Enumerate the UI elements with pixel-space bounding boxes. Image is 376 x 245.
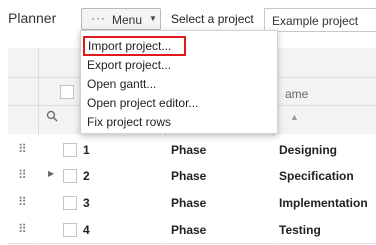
row-number: 3	[83, 196, 90, 210]
table-row[interactable]: ⠿ ▶ 2 Phase Specification	[8, 162, 376, 190]
menu-dropdown: Import project... Export project... Open…	[80, 30, 278, 134]
row-name: Implementation	[279, 196, 368, 210]
select-all-checkbox[interactable]	[60, 85, 74, 99]
row-checkbox[interactable]	[63, 143, 77, 157]
column-header-name[interactable]: ame	[285, 87, 308, 101]
row-number: 1	[83, 143, 90, 157]
project-label: Select a project	[171, 12, 254, 26]
row-checkbox[interactable]	[63, 196, 77, 210]
row-number: 4	[83, 223, 90, 237]
drag-handle-icon[interactable]: ⠿	[18, 222, 27, 236]
row-type: Phase	[171, 169, 207, 183]
drag-handle-icon[interactable]: ⠿	[18, 168, 27, 182]
search-icon[interactable]	[46, 110, 58, 125]
row-type: Phase	[171, 196, 207, 210]
table-row[interactable]: ⠿ 3 Phase Implementation	[8, 189, 376, 217]
row-checkbox[interactable]	[63, 169, 77, 183]
project-select-value: Example project	[272, 14, 359, 28]
menu-item-label: Import project...	[88, 39, 172, 53]
row-type: Phase	[171, 143, 207, 157]
menu-item-label: Open gantt...	[87, 77, 157, 91]
row-checkbox[interactable]	[63, 223, 77, 237]
table-row[interactable]: ⠿ 4 Phase Testing	[8, 216, 376, 244]
table-row[interactable]: ⠿ 1 Phase Designing	[8, 136, 376, 164]
menu-item-open-gantt[interactable]: Open gantt...	[81, 74, 277, 94]
menu-item-fix-project-rows[interactable]: Fix project rows	[81, 112, 277, 132]
menu-item-export-project[interactable]: Export project...	[81, 55, 277, 75]
menu-item-label: Export project...	[87, 58, 172, 72]
sort-ascending-icon[interactable]: ▲	[290, 112, 299, 122]
row-name: Designing	[279, 143, 338, 157]
menu-item-label: Open project editor...	[87, 96, 199, 110]
menu-button-label: Menu	[112, 13, 143, 27]
drag-handle-icon[interactable]: ⠿	[18, 195, 27, 209]
row-name: Testing	[279, 223, 321, 237]
row-name: Specification	[279, 169, 354, 183]
menu-item-import-project[interactable]: Import project...	[83, 36, 186, 56]
menu-item-open-project-editor[interactable]: Open project editor...	[81, 93, 277, 113]
project-select[interactable]: Example project	[264, 8, 376, 32]
menu-item-label: Fix project rows	[87, 115, 172, 129]
drag-handle-icon[interactable]: ⠿	[18, 142, 27, 156]
row-number: 2	[83, 169, 90, 183]
menu-button[interactable]: ··· Menu ▼	[81, 8, 161, 30]
app-title: Planner	[8, 10, 57, 26]
expand-arrow-icon[interactable]: ▶	[48, 169, 54, 178]
caret-down-icon: ▼	[149, 14, 157, 23]
more-dots-icon: ···	[91, 11, 106, 25]
row-type: Phase	[171, 223, 207, 237]
